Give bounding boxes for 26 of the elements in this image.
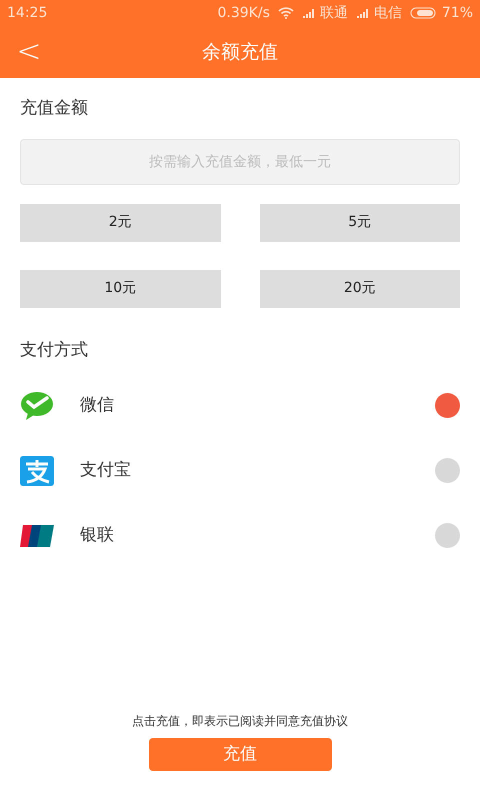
- section-heading: 支付方式: [20, 338, 89, 362]
- chat-bubble-icon: [20, 390, 54, 420]
- signal-icon: [302, 8, 316, 18]
- section-heading: 充值金额: [20, 97, 89, 120]
- amount-option[interactable]: 2元: [20, 204, 220, 242]
- agreement-text: 点击充值，即表示已阅读并同意充值协议: [132, 713, 348, 730]
- carrier-name: 电信: [374, 4, 402, 22]
- payment-method-name: 支付宝: [80, 458, 132, 482]
- radio-button[interactable]: [435, 523, 460, 548]
- amount-option[interactable]: 5元: [260, 204, 460, 242]
- payment-app-icon: [20, 456, 54, 486]
- page-title: 余额充值: [202, 40, 278, 65]
- status-time: 14:25: [7, 4, 48, 22]
- battery-icon: [410, 7, 438, 19]
- network-speed: 0.39K/s: [218, 4, 270, 22]
- bank-card-icon: [20, 524, 54, 548]
- carrier-name: 联通: [320, 4, 348, 22]
- payment-method-name: 银联: [80, 524, 115, 547]
- wifi-icon: [278, 7, 294, 19]
- radio-button[interactable]: [435, 393, 460, 418]
- signal-icon: [356, 8, 370, 18]
- battery-percent: 71%: [442, 4, 473, 22]
- payment-method-name: 微信: [80, 394, 115, 417]
- amount-option[interactable]: 20元: [260, 270, 460, 308]
- amount-option[interactable]: 10元: [20, 270, 220, 308]
- radio-button[interactable]: [435, 458, 460, 483]
